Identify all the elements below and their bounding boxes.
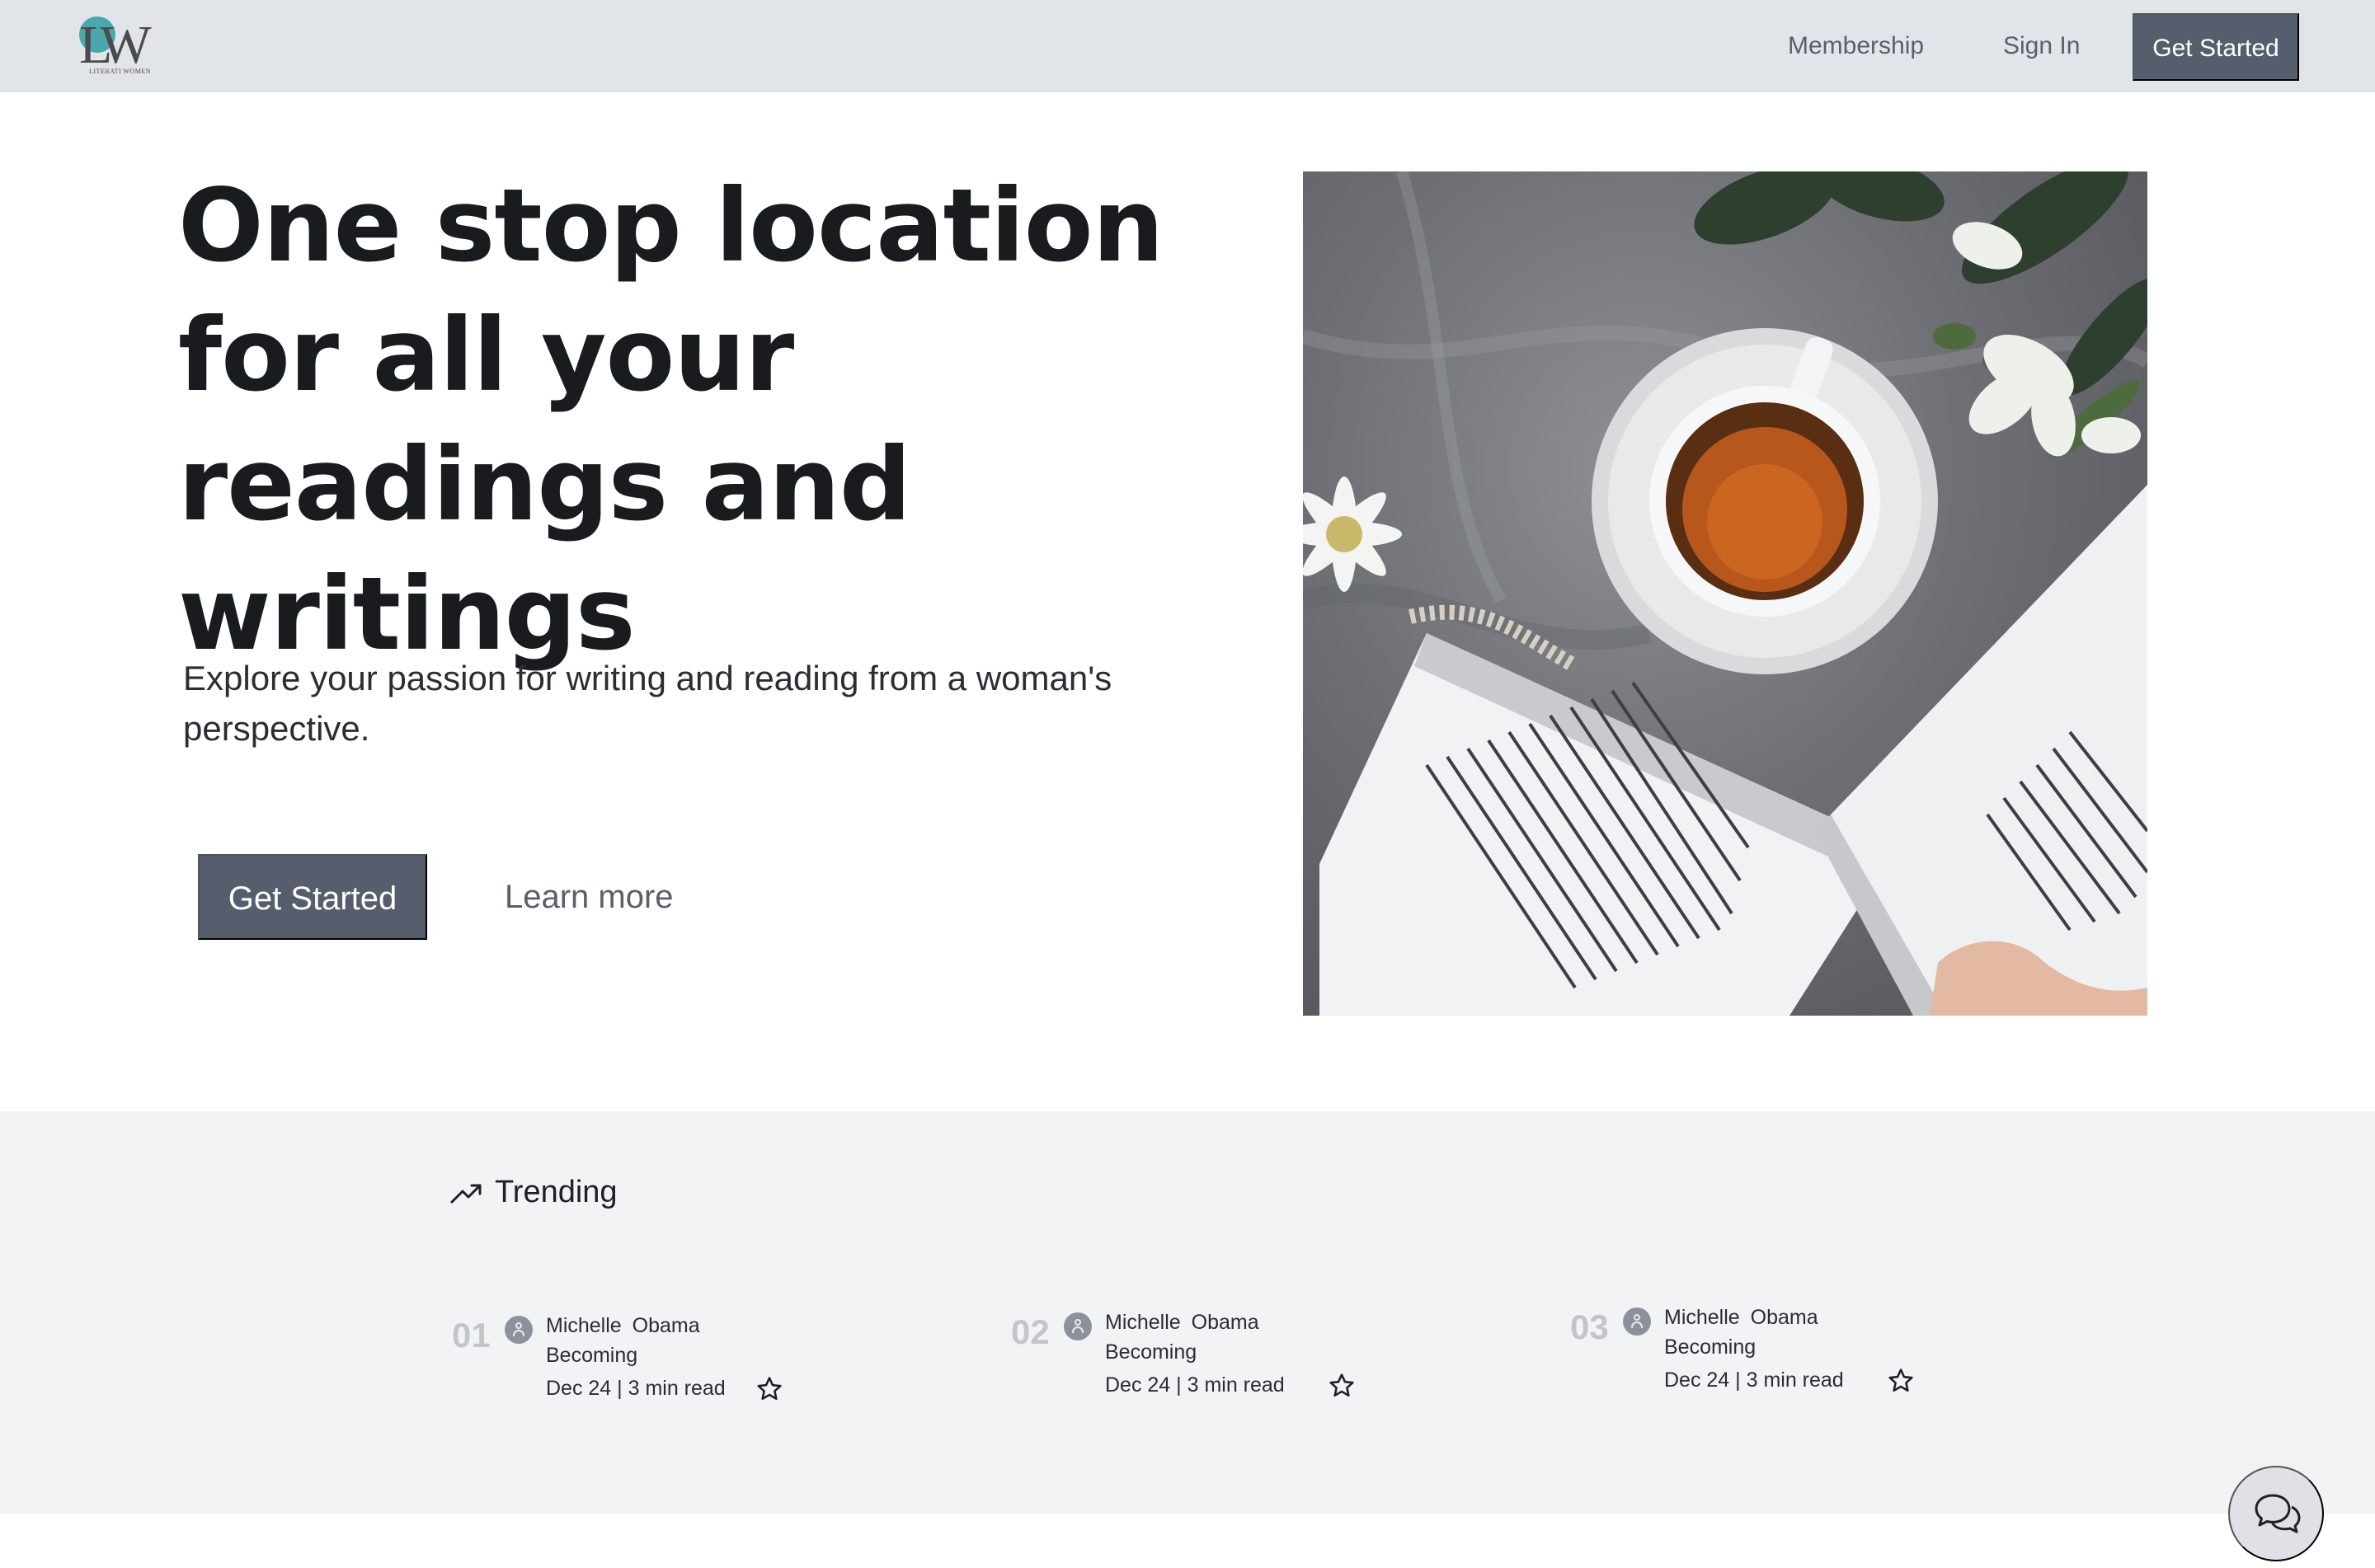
trending-book-title[interactable]: Becoming — [1664, 1332, 1756, 1362]
navbar: LW LITERATI WOMEN Membership Sign In Get… — [0, 0, 2375, 92]
avatar[interactable] — [1064, 1312, 1092, 1340]
hero-get-started-button[interactable]: Get Started — [198, 854, 427, 940]
trending-title: Trending — [495, 1175, 618, 1209]
star-icon[interactable] — [755, 1375, 783, 1403]
star-icon[interactable] — [1328, 1372, 1356, 1400]
star-icon[interactable] — [1887, 1367, 1915, 1395]
trending-item[interactable]: 03 Michelle Obama Becoming Dec 24 | 3 mi… — [1570, 1303, 1966, 1401]
avatar[interactable] — [505, 1316, 533, 1344]
trending-up-icon — [450, 1184, 482, 1204]
trending-rank: 02 — [1011, 1312, 1050, 1351]
hero-image — [1303, 171, 2147, 1016]
trending-item[interactable]: 02 Michelle Obama Becoming Dec 24 | 3 mi… — [1011, 1307, 1407, 1406]
learn-more-link[interactable]: Learn more — [505, 877, 674, 917]
hero-subtitle: Explore your passion for writing and rea… — [183, 659, 1112, 748]
avatar[interactable] — [1623, 1307, 1651, 1336]
logo-letters: LW — [79, 15, 152, 75]
nav-get-started-button[interactable]: Get Started — [2133, 13, 2299, 81]
logo-tagline: LITERATI WOMEN — [89, 68, 152, 75]
trending-author[interactable]: Michelle Obama — [1105, 1307, 1259, 1337]
trending-book-title[interactable]: Becoming — [546, 1340, 637, 1370]
trending-meta: Dec 24 | 3 min read — [546, 1377, 726, 1400]
trending-item[interactable]: 01 Michelle Obama Becoming Dec 24 | 3 mi… — [452, 1311, 848, 1410]
trending-rank: 03 — [1570, 1307, 1609, 1346]
trending-author[interactable]: Michelle Obama — [546, 1311, 700, 1340]
trending-meta: Dec 24 | 3 min read — [1664, 1368, 1844, 1392]
trending-rank: 01 — [452, 1316, 491, 1354]
logo[interactable]: LW LITERATI WOMEN — [78, 16, 157, 79]
tea-and-books-illustration — [1303, 171, 2147, 1016]
hero-title: One stop location for all your readings … — [178, 167, 1164, 673]
trending-meta: Dec 24 | 3 min read — [1105, 1373, 1285, 1397]
chat-bubbles-icon — [2255, 1494, 2301, 1533]
trending-book-title[interactable]: Becoming — [1105, 1337, 1197, 1367]
trending-author[interactable]: Michelle Obama — [1664, 1303, 1818, 1332]
nav-membership-link[interactable]: Membership — [1788, 30, 1924, 63]
chat-button[interactable] — [2228, 1466, 2324, 1561]
page: LW LITERATI WOMEN Membership Sign In Get… — [0, 0, 2375, 1568]
nav-signin-link[interactable]: Sign In — [2003, 30, 2080, 63]
